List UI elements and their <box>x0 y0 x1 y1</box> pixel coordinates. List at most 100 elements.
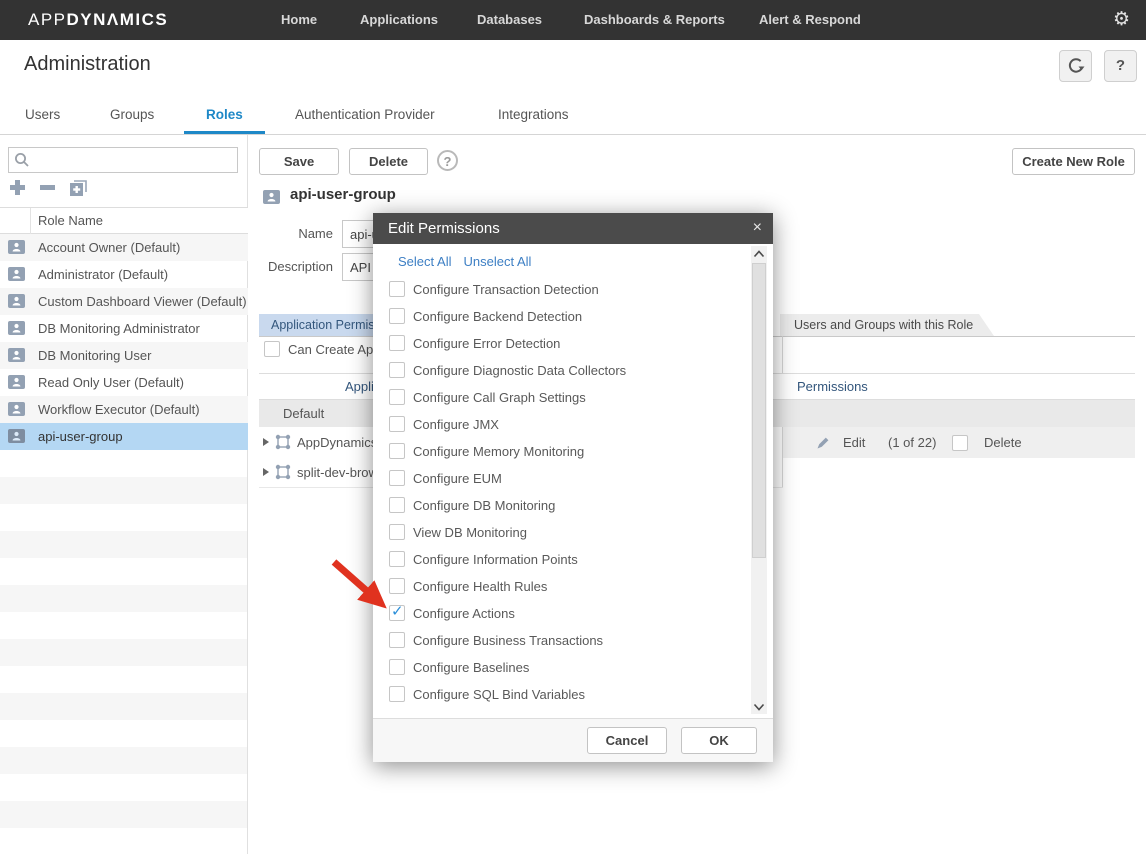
permission-label: Configure Health Rules <box>413 573 547 600</box>
permission-item[interactable]: ✓Configure Baselines <box>373 654 743 681</box>
copy-role-icon[interactable] <box>68 178 89 198</box>
permission-item[interactable]: ✓Configure Call Graph Settings <box>373 384 743 411</box>
page-title: Administration <box>24 53 151 76</box>
help-button[interactable]: ? <box>1104 50 1137 82</box>
application-topology-icon <box>275 464 291 480</box>
permission-label: Configure Backend Detection <box>413 303 582 330</box>
expand-arrow-icon[interactable] <box>263 438 269 446</box>
role-badge-icon <box>8 402 25 416</box>
checkbox[interactable]: ✓ <box>389 362 405 378</box>
permission-item[interactable]: ✓Configure EUM <box>373 465 743 492</box>
role-row-custom-dashboard-viewer[interactable]: Custom Dashboard Viewer (Default) <box>0 288 248 315</box>
checkbox[interactable]: ✓ <box>389 443 405 459</box>
permission-label: Configure Memory Monitoring <box>413 438 584 465</box>
modal-scrollbar[interactable] <box>751 246 767 714</box>
role-search-input[interactable] <box>8 147 238 173</box>
permission-item[interactable]: ✓Configure Information Points <box>373 546 743 573</box>
permission-item[interactable]: ✓Configure Business Transactions <box>373 627 743 654</box>
help-circle-icon[interactable]: ? <box>437 150 458 171</box>
default-group-label: Default <box>283 400 324 427</box>
add-role-icon[interactable] <box>8 178 27 197</box>
nav-item-home[interactable]: Home <box>281 0 317 40</box>
nav-item-dashboards-reports[interactable]: Dashboards & Reports <box>584 0 725 40</box>
edit-permissions-link[interactable]: Edit <box>843 427 865 458</box>
role-row-db-monitoring-user[interactable]: DB Monitoring User <box>0 342 248 369</box>
tab-integrations[interactable]: Integrations <box>498 95 569 134</box>
scroll-up-icon[interactable] <box>751 246 767 261</box>
permission-item[interactable]: ✓Configure Diagnostic Data Collectors <box>373 357 743 384</box>
permission-item[interactable]: ✓Configure Error Detection <box>373 330 743 357</box>
tab-authentication-provider[interactable]: Authentication Provider <box>295 95 435 134</box>
role-row-read-only-user[interactable]: Read Only User (Default) <box>0 369 248 396</box>
role-badge-icon <box>8 294 25 308</box>
checkbox[interactable]: ✓ <box>389 686 405 702</box>
permission-item[interactable]: ✓Configure SQL Bind Variables <box>373 681 743 708</box>
checkbox-configure-actions[interactable]: ✓ <box>389 605 405 621</box>
name-label: Name <box>233 220 333 248</box>
tab-users[interactable]: Users <box>25 95 60 134</box>
permission-label: Configure Actions <box>413 600 515 627</box>
logo-text-app: APP <box>28 10 67 29</box>
delete-permission-checkbox[interactable] <box>952 435 968 451</box>
save-button[interactable]: Save <box>259 148 339 175</box>
checkbox[interactable]: ✓ <box>389 551 405 567</box>
scrollbar-thumb[interactable] <box>752 263 766 558</box>
role-row-db-monitoring-administrator[interactable]: DB Monitoring Administrator <box>0 315 248 342</box>
application-name: AppDynamics <box>297 427 377 458</box>
modal-header[interactable]: Edit Permissions × <box>373 213 773 244</box>
scroll-down-icon[interactable] <box>751 699 767 714</box>
remove-role-icon[interactable] <box>38 178 57 197</box>
tab-users-groups-with-role[interactable]: Users and Groups with this Role <box>780 314 994 336</box>
permission-item[interactable]: ✓ Configure Health Rules <box>373 573 743 600</box>
checkbox[interactable]: ✓ <box>389 389 405 405</box>
tab-roles[interactable]: Roles <box>184 95 265 134</box>
permission-label: Configure DB Monitoring <box>413 492 555 519</box>
checkbox[interactable]: ✓ <box>389 632 405 648</box>
refresh-button[interactable] <box>1059 50 1092 82</box>
permission-item[interactable]: ✓ Configure Transaction Detection <box>373 276 743 303</box>
unselect-all-link[interactable]: Unselect All <box>463 254 531 269</box>
permission-item[interactable]: ✓View DB Monitoring <box>373 519 743 546</box>
select-all-link[interactable]: Select All <box>398 254 451 269</box>
permission-item[interactable]: ✓ Configure DB Monitoring <box>373 492 743 519</box>
permission-item[interactable]: ✓ Configure Backend Detection <box>373 303 743 330</box>
checkbox[interactable]: ✓ <box>389 578 405 594</box>
role-name: Workflow Executor (Default) <box>38 396 200 423</box>
role-badge-icon <box>8 240 25 254</box>
ok-button[interactable]: OK <box>681 727 757 754</box>
role-row-account-owner[interactable]: Account Owner (Default) <box>0 234 248 261</box>
permission-label: Configure JMX <box>413 411 499 438</box>
checkbox[interactable]: ✓ <box>389 524 405 540</box>
permissions-column-header: Permissions <box>797 374 868 399</box>
role-row-api-user-group[interactable]: api-user-group <box>0 423 248 450</box>
role-row-administrator[interactable]: Administrator (Default) <box>0 261 248 288</box>
role-badge-icon <box>263 190 280 204</box>
permission-item[interactable]: ✓ Configure JMX <box>373 411 743 438</box>
checkbox[interactable]: ✓ <box>389 659 405 675</box>
checkbox[interactable]: ✓ <box>389 497 405 513</box>
role-row-workflow-executor[interactable]: Workflow Executor (Default) <box>0 396 248 423</box>
tab-groups[interactable]: Groups <box>110 95 154 134</box>
checkbox[interactable]: ✓ <box>389 335 405 351</box>
close-icon[interactable]: × <box>753 213 762 242</box>
checkbox[interactable]: ✓ <box>389 416 405 432</box>
nav-item-databases[interactable]: Databases <box>477 0 542 40</box>
delete-button[interactable]: Delete <box>349 148 428 175</box>
edit-pencil-icon[interactable] <box>815 435 831 451</box>
role-name: Account Owner (Default) <box>38 234 180 261</box>
cancel-button[interactable]: Cancel <box>587 727 667 754</box>
expand-arrow-icon[interactable] <box>263 468 269 476</box>
gear-icon[interactable]: ⚙ <box>1113 0 1130 40</box>
can-create-app-checkbox[interactable] <box>264 341 280 357</box>
checkbox[interactable]: ✓ <box>389 470 405 486</box>
checkbox[interactable]: ✓ <box>389 308 405 324</box>
permission-item-configure-actions[interactable]: ✓ Configure Actions <box>373 600 743 627</box>
nav-item-applications[interactable]: Applications <box>360 0 438 40</box>
permission-item[interactable]: ✓ Configure Memory Monitoring <box>373 438 743 465</box>
permission-list: ✓Configure Transaction Detection ✓Config… <box>373 276 743 708</box>
logo-text-dynamics: DYNΛMICS <box>67 10 169 29</box>
permission-label: Configure Transaction Detection <box>413 276 599 303</box>
checkbox[interactable]: ✓ <box>389 281 405 297</box>
nav-item-alert-respond[interactable]: Alert & Respond <box>759 0 861 40</box>
create-new-role-button[interactable]: Create New Role <box>1012 148 1135 175</box>
